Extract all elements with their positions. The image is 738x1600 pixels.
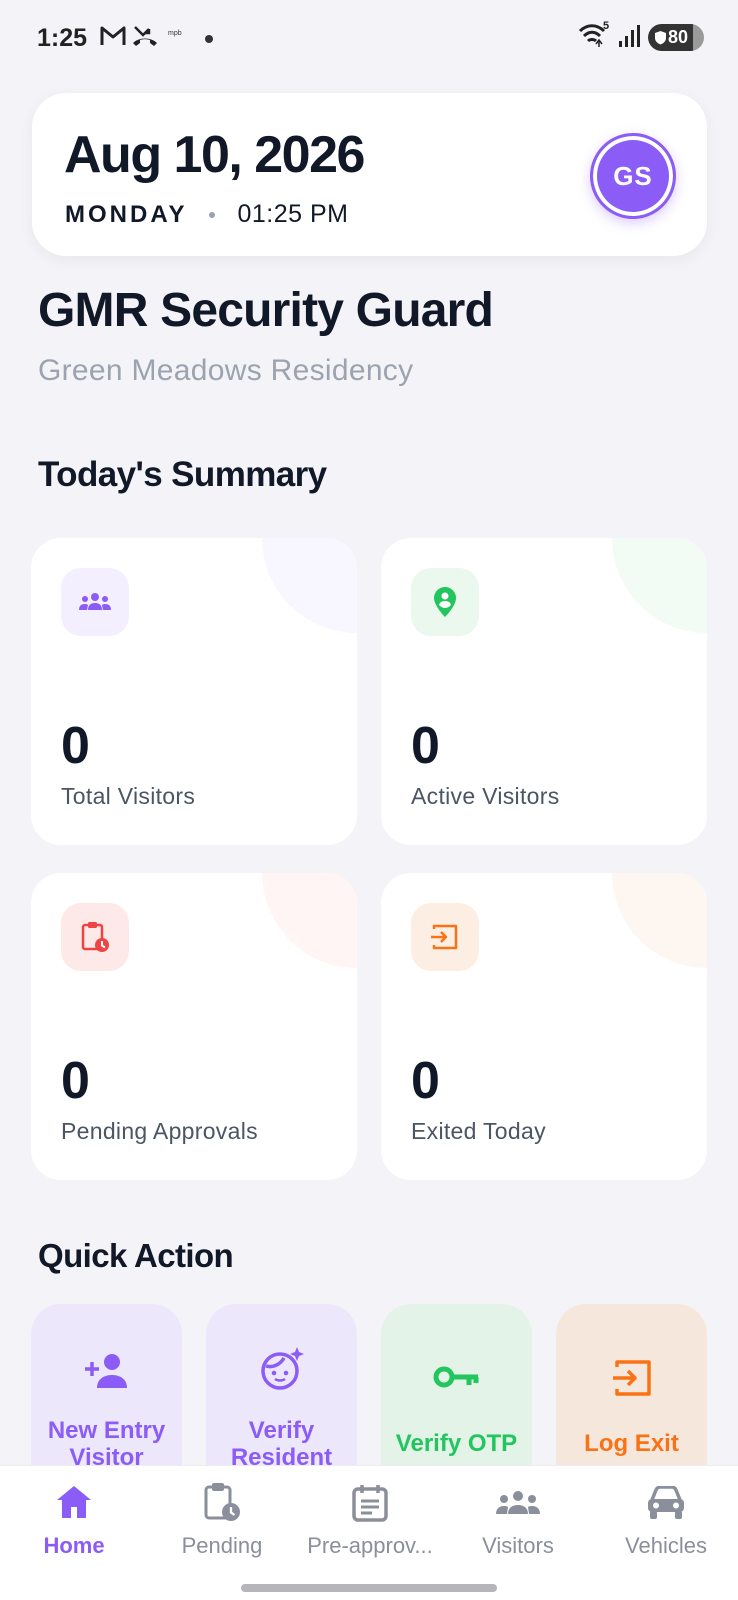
stat-icon-box — [411, 568, 479, 636]
exit-icon — [431, 924, 458, 950]
stat-label: Pending Approvals — [61, 1118, 258, 1144]
stat-icon-box — [61, 568, 129, 636]
qa-label: Log Exit — [584, 1430, 679, 1457]
signal-icon — [619, 25, 640, 47]
separator-dot — [209, 211, 216, 218]
stat-card-active-visitors[interactable]: 0 Active Visitors — [381, 538, 707, 845]
wifi-icon — [578, 24, 606, 47]
nav-label: Pending — [181, 1533, 263, 1558]
calendar-list-icon — [352, 1485, 388, 1522]
status-bar: 1:25 mpb 5 80 — [0, 0, 738, 78]
current-day: MONDAY — [65, 200, 188, 228]
face-icon — [260, 1347, 304, 1390]
nav-item-pre-approval[interactable]: Pre-approv... — [296, 1466, 444, 1576]
status-time: 1:25 — [37, 24, 88, 52]
battery-saver-icon — [655, 31, 666, 45]
stat-value: 0 — [61, 1052, 90, 1110]
qa-label: Verify OTP — [395, 1430, 518, 1457]
battery-level: 80 — [668, 27, 689, 47]
date-subline: MONDAY 01:25 PM — [65, 200, 348, 229]
bottom-navigation: Home Pending Pre-approv... Visitors Vehi… — [0, 1465, 738, 1600]
stat-label: Total Visitors — [61, 783, 196, 809]
notification-dot-icon — [205, 35, 213, 43]
nav-item-vehicles[interactable]: Vehicles — [592, 1466, 738, 1576]
group-icon — [79, 593, 111, 610]
nav-label: Pre-approv... — [307, 1533, 433, 1558]
nav-label: Vehicles — [625, 1533, 707, 1558]
stat-value: 0 — [411, 717, 440, 775]
home-indicator[interactable] — [241, 1584, 497, 1592]
stat-card-pending-approvals[interactable]: 0 Pending Approvals — [31, 873, 357, 1180]
avatar-initials: GS — [613, 160, 653, 191]
location-pin-icon — [434, 587, 456, 617]
community-name: Green Meadows Residency — [38, 354, 414, 387]
app-notification-text: mpb — [168, 30, 182, 37]
exit-icon — [612, 1360, 651, 1396]
qa-label-line1: Verify — [248, 1417, 315, 1444]
summary-title: Today's Summary — [38, 455, 327, 494]
page-title: GMR Security Guard — [38, 284, 494, 337]
nav-item-visitors[interactable]: Visitors — [444, 1466, 592, 1576]
wifi-badge: 5 — [603, 20, 610, 32]
key-icon — [433, 1366, 478, 1388]
quick-action-title: Quick Action — [38, 1237, 234, 1274]
gmail-icon — [100, 26, 126, 45]
date-card: Aug 10, 2026 MONDAY 01:25 PM GS — [32, 93, 707, 256]
stat-label: Active Visitors — [411, 783, 560, 809]
stat-icon-box — [61, 903, 129, 971]
nav-label: Home — [43, 1533, 105, 1558]
missed-call-icon — [133, 26, 157, 46]
car-icon — [648, 1486, 684, 1519]
stat-label: Exited Today — [411, 1118, 546, 1144]
clipboard-clock-icon — [204, 1483, 240, 1521]
stat-icon-box — [411, 903, 479, 971]
qa-label-line1: New Entry — [47, 1417, 166, 1444]
profile-avatar[interactable]: GS — [590, 133, 676, 219]
home-icon — [57, 1486, 91, 1518]
nav-label: Visitors — [482, 1533, 554, 1558]
nav-item-home[interactable]: Home — [0, 1466, 148, 1576]
stat-card-total-visitors[interactable]: 0 Total Visitors — [31, 538, 357, 845]
current-date: Aug 10, 2026 — [64, 126, 365, 184]
stat-value: 0 — [411, 1052, 440, 1110]
add-person-icon — [84, 1354, 127, 1388]
battery-indicator: 80 — [648, 24, 704, 51]
group-icon — [496, 1491, 540, 1514]
nav-item-pending[interactable]: Pending — [148, 1466, 296, 1576]
guard-home-screen: 1:25 mpb 5 80 Aug 10, 2026 MONDAY 01:25 … — [0, 0, 738, 1600]
stat-card-exited-today[interactable]: 0 Exited Today — [381, 873, 707, 1180]
stat-value: 0 — [61, 717, 90, 775]
current-time: 01:25 PM — [237, 200, 349, 228]
clipboard-clock-icon — [81, 922, 109, 952]
